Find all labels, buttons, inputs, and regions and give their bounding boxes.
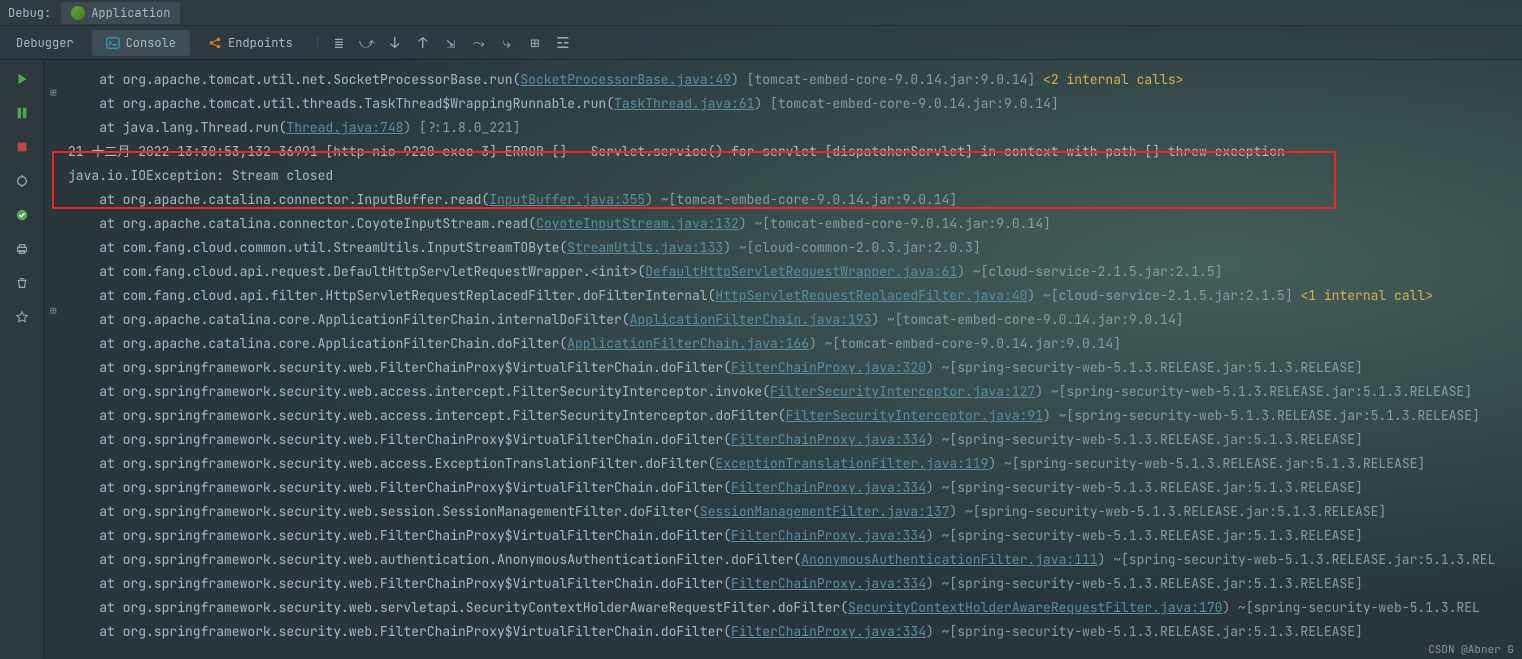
source-link[interactable]: CoyoteInputStream.java:132 (536, 215, 739, 232)
app-icon (71, 6, 85, 20)
internal-calls-note: <1 internal call> (1300, 287, 1433, 304)
source-link[interactable]: Thread.java:748 (286, 119, 403, 136)
source-link[interactable]: FilterSecurityInterceptor.java:127 (770, 383, 1035, 400)
log-line: at org.springframework.security.web.acce… (68, 452, 1514, 476)
log-line: at org.apache.catalina.connector.CoyoteI… (68, 212, 1514, 236)
tool-row: Debugger Console Endpoints ≣ ⤻ ↓ ↑ ⇲ ⤳ ⤷ ⊞ ☲ (0, 26, 1522, 60)
source-link[interactable]: InputBuffer.java:355 (489, 191, 645, 208)
fold-toggle-icon[interactable]: ⊞ (50, 304, 57, 318)
source-link[interactable]: HttpServletRequestReplacedFilter.java:40 (715, 287, 1027, 304)
log-line: at org.springframework.security.web.Filt… (68, 572, 1514, 596)
calculator-icon[interactable]: ⊞ (528, 36, 542, 50)
list-icon[interactable]: ≣ (332, 36, 346, 50)
settings-sliders-icon[interactable]: ☲ (556, 36, 570, 50)
check-icon[interactable] (13, 206, 31, 224)
source-link[interactable]: FilterChainProxy.java:320 (731, 359, 926, 376)
source-link[interactable]: FilterChainProxy.java:334 (731, 479, 926, 496)
log-line: at org.springframework.security.web.serv… (68, 596, 1514, 620)
evaluate-icon[interactable]: ⤷ (500, 36, 514, 50)
log-line: at org.apache.catalina.core.ApplicationF… (68, 332, 1514, 356)
printer-icon[interactable] (13, 240, 31, 258)
endpoints-icon (208, 36, 222, 50)
log-line: at org.apache.tomcat.util.threads.TaskTh… (68, 92, 1514, 116)
log-line: at org.apache.tomcat.util.net.SocketProc… (68, 68, 1514, 92)
source-link[interactable]: AnonymousAuthenticationFilter.java:111 (801, 551, 1097, 568)
log-line: at org.springframework.security.web.Filt… (68, 356, 1514, 380)
stop-icon[interactable] (13, 138, 31, 156)
tab-endpoints[interactable]: Endpoints (194, 30, 307, 56)
log-line: 21 十二月 2022 13:30:53,132 36991 [http-nio… (68, 140, 1514, 164)
skip-icon[interactable] (13, 172, 31, 190)
log-line: at org.springframework.security.web.Filt… (68, 476, 1514, 500)
log-line: at org.springframework.security.web.Filt… (68, 524, 1514, 548)
console-icon (106, 36, 120, 50)
source-link[interactable]: FilterChainProxy.java:334 (731, 431, 926, 448)
log-line: at java.lang.Thread.run(Thread.java:748)… (68, 116, 1514, 140)
log-line: at org.springframework.security.web.Filt… (68, 620, 1514, 644)
run-to-icon[interactable]: ⤳ (472, 36, 486, 50)
source-link[interactable]: DefaultHttpServletRequestWrapper.java:61 (645, 263, 957, 280)
source-link[interactable]: FilterChainProxy.java:334 (731, 575, 926, 592)
source-link[interactable]: SocketProcessorBase.java:49 (520, 71, 731, 88)
log-line: at org.apache.catalina.connector.InputBu… (68, 188, 1514, 212)
source-link[interactable]: TaskThread.java:61 (614, 95, 754, 112)
tab-debugger[interactable]: Debugger (2, 30, 88, 56)
step-over-icon[interactable]: ⤻ (360, 36, 374, 50)
watermark: CSDN @Abner G (1428, 643, 1514, 657)
log-line: at org.springframework.security.web.auth… (68, 548, 1514, 572)
source-link[interactable]: SessionManagementFilter.java:137 (700, 503, 950, 520)
source-link[interactable]: ApplicationFilterChain.java:193 (630, 311, 872, 328)
log-line: at com.fang.cloud.api.filter.HttpServlet… (68, 284, 1514, 308)
star-icon[interactable] (13, 308, 31, 326)
side-toolbar (0, 60, 44, 659)
step-into-icon[interactable]: ↓ (388, 36, 402, 50)
source-link[interactable]: FilterSecurityInterceptor.java:91 (786, 407, 1043, 424)
step-out-icon[interactable]: ↑ (416, 36, 430, 50)
source-link[interactable]: ExceptionTranslationFilter.java:119 (715, 455, 988, 472)
console-output[interactable]: at org.apache.tomcat.util.net.SocketProc… (68, 60, 1522, 645)
log-line: at com.fang.cloud.api.request.DefaultHtt… (68, 260, 1514, 284)
source-link[interactable]: ApplicationFilterChain.java:166 (567, 335, 809, 352)
log-line: at org.springframework.security.web.Filt… (68, 428, 1514, 452)
log-line: at org.springframework.security.web.sess… (68, 500, 1514, 524)
log-line: at org.springframework.security.web.acce… (68, 404, 1514, 428)
gutter: ⊞⊞ (44, 60, 68, 659)
force-step-icon[interactable]: ⇲ (444, 36, 458, 50)
debug-header: Debug: Application (0, 0, 1522, 26)
log-line: at org.springframework.security.web.acce… (68, 380, 1514, 404)
pause-parallel-icon[interactable] (13, 104, 31, 122)
source-link[interactable]: StreamUtils.java:133 (567, 239, 723, 256)
log-line: at org.apache.catalina.core.ApplicationF… (68, 308, 1514, 332)
source-link[interactable]: SecurityContextHolderAwareRequestFilter.… (848, 599, 1222, 616)
debug-label: Debug: (8, 5, 51, 21)
trash-icon[interactable] (13, 274, 31, 292)
play-icon[interactable] (13, 70, 31, 88)
app-tab-label: Application (91, 5, 170, 21)
internal-calls-note: <2 internal calls> (1043, 71, 1183, 88)
run-config-tab[interactable]: Application (61, 2, 180, 24)
source-link[interactable]: FilterChainProxy.java:334 (731, 623, 926, 640)
fold-toggle-icon[interactable]: ⊞ (50, 86, 57, 100)
tab-console[interactable]: Console (92, 30, 190, 56)
log-line: at com.fang.cloud.common.util.StreamUtil… (68, 236, 1514, 260)
log-line: java.io.IOException: Stream closed (68, 164, 1514, 188)
source-link[interactable]: FilterChainProxy.java:334 (731, 527, 926, 544)
